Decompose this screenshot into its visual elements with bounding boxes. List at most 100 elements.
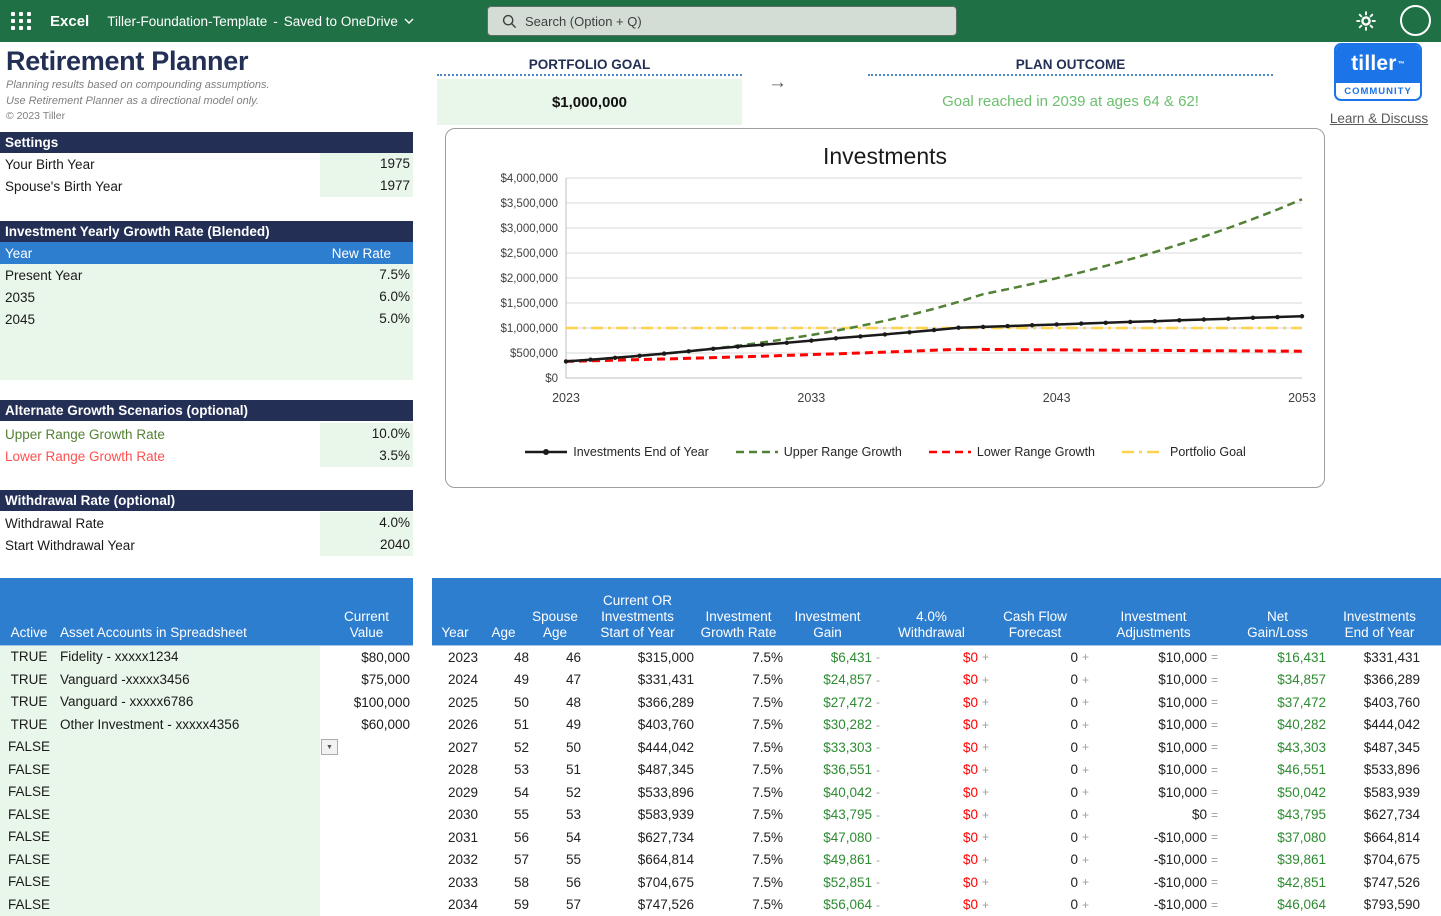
projection-cell[interactable]: $0 [885, 762, 978, 777]
projection-cell[interactable]: $40,042 [783, 785, 872, 800]
projection-cell[interactable]: $747,526 [581, 897, 694, 912]
projection-cell[interactable]: $46,551 [1229, 762, 1326, 777]
projection-cell[interactable]: 57 [478, 852, 529, 867]
projection-cell[interactable]: 2032 [432, 852, 478, 867]
projection-cell[interactable]: 7.5% [694, 762, 783, 777]
projection-cell[interactable]: 7.5% [694, 717, 783, 732]
projection-cell[interactable]: 54 [478, 785, 529, 800]
projection-cell[interactable]: 0 [992, 830, 1078, 845]
projection-cell[interactable]: $444,042 [1326, 717, 1433, 732]
row-value-cell[interactable]: 6.0% [320, 286, 413, 308]
learn-discuss-link[interactable]: Learn & Discuss [1323, 111, 1435, 126]
projection-cell[interactable]: $583,939 [581, 807, 694, 822]
projection-cell[interactable]: 48 [478, 650, 529, 665]
projection-cell[interactable]: $39,861 [1229, 852, 1326, 867]
projection-cell[interactable]: 7.5% [694, 650, 783, 665]
asset-active-cell[interactable]: FALSE [0, 759, 58, 782]
asset-active-cell[interactable]: FALSE [0, 849, 58, 872]
projection-cell[interactable]: 7.5% [694, 672, 783, 687]
projection-cell[interactable]: 7.5% [694, 695, 783, 710]
settings-gear-icon[interactable] [1355, 10, 1379, 34]
asset-active-cell[interactable]: FALSE [0, 871, 58, 894]
projection-cell[interactable]: $37,080 [1229, 830, 1326, 845]
projection-cell[interactable]: 2029 [432, 785, 478, 800]
projection-cell[interactable]: 2027 [432, 740, 478, 755]
projection-cell[interactable]: $24,857 [783, 672, 872, 687]
projection-cell[interactable]: $10,000 [1100, 717, 1207, 732]
projection-cell[interactable]: 7.5% [694, 830, 783, 845]
projection-cell[interactable]: 7.5% [694, 897, 783, 912]
row-value-cell[interactable]: 3.5% [320, 445, 413, 467]
projection-cell[interactable]: $34,857 [1229, 672, 1326, 687]
projection-cell[interactable]: 47 [529, 672, 581, 687]
projection-cell[interactable]: 0 [992, 875, 1078, 890]
projection-cell[interactable]: 7.5% [694, 875, 783, 890]
projection-cell[interactable]: $0 [885, 852, 978, 867]
projection-cell[interactable]: $10,000 [1100, 762, 1207, 777]
projection-cell[interactable]: 56 [529, 875, 581, 890]
row-value-cell[interactable]: 1975 [320, 153, 413, 175]
projection-cell[interactable]: 7.5% [694, 785, 783, 800]
projection-cell[interactable]: 0 [992, 695, 1078, 710]
asset-name-cell[interactable]: Vanguard - xxxxx6786 [58, 691, 320, 714]
asset-active-cell[interactable]: FALSE [0, 804, 58, 827]
projection-cell[interactable]: 53 [529, 807, 581, 822]
asset-active-cell[interactable]: TRUE [0, 646, 58, 669]
portfolio-goal-value-cell[interactable]: $1,000,000 [437, 79, 742, 125]
projection-cell[interactable]: $0 [885, 875, 978, 890]
projection-cell[interactable]: $10,000 [1100, 785, 1207, 800]
projection-cell[interactable]: -$10,000 [1100, 875, 1207, 890]
asset-name-cell[interactable]: Vanguard -xxxxx3456 [58, 669, 320, 692]
asset-active-cell[interactable]: FALSE [0, 781, 58, 804]
projection-cell[interactable]: -$10,000 [1100, 830, 1207, 845]
projection-cell[interactable]: 0 [992, 897, 1078, 912]
projection-cell[interactable]: $0 [885, 717, 978, 732]
asset-value-cell[interactable]: $75,000 [320, 672, 413, 687]
projection-cell[interactable]: $10,000 [1100, 672, 1207, 687]
projection-cell[interactable]: $533,896 [1326, 762, 1433, 777]
projection-cell[interactable]: 7.5% [694, 740, 783, 755]
app-name[interactable]: Excel [50, 13, 89, 30]
asset-active-cell[interactable]: TRUE [0, 691, 58, 714]
projection-cell[interactable]: $487,345 [1326, 740, 1433, 755]
asset-value-cell[interactable]: $60,000 [320, 717, 413, 732]
projection-cell[interactable]: 2023 [432, 650, 478, 665]
projection-cell[interactable]: $10,000 [1100, 740, 1207, 755]
projection-cell[interactable]: $403,760 [581, 717, 694, 732]
row-value-cell[interactable]: 5.0% [320, 308, 413, 330]
projection-cell[interactable]: $43,303 [1229, 740, 1326, 755]
projection-cell[interactable]: $793,590 [1326, 897, 1433, 912]
projection-cell[interactable]: $43,795 [1229, 807, 1326, 822]
row-value-cell[interactable]: 7.5% [320, 264, 413, 286]
projection-cell[interactable]: 56 [478, 830, 529, 845]
projection-cell[interactable]: 0 [992, 785, 1078, 800]
projection-cell[interactable]: 2025 [432, 695, 478, 710]
projection-cell[interactable]: $533,896 [581, 785, 694, 800]
projection-cell[interactable]: $49,861 [783, 852, 872, 867]
asset-name-cell[interactable] [58, 849, 320, 872]
projection-cell[interactable]: 49 [529, 717, 581, 732]
projection-cell[interactable]: 55 [529, 852, 581, 867]
asset-active-cell[interactable]: FALSE [0, 736, 58, 759]
projection-cell[interactable]: $56,064 [783, 897, 872, 912]
projection-cell[interactable]: 51 [529, 762, 581, 777]
asset-dropdown-button[interactable]: ▼ [321, 739, 338, 755]
projection-cell[interactable]: $315,000 [581, 650, 694, 665]
projection-cell[interactable]: 50 [478, 695, 529, 710]
projection-cell[interactable]: 53 [478, 762, 529, 777]
projection-cell[interactable]: $47,080 [783, 830, 872, 845]
projection-cell[interactable]: $0 [1100, 807, 1207, 822]
projection-cell[interactable]: 2024 [432, 672, 478, 687]
projection-cell[interactable]: $40,282 [1229, 717, 1326, 732]
projection-cell[interactable]: $42,851 [1229, 875, 1326, 890]
projection-cell[interactable]: $331,431 [1326, 650, 1433, 665]
projection-cell[interactable]: 7.5% [694, 852, 783, 867]
projection-cell[interactable]: 2031 [432, 830, 478, 845]
asset-name-cell[interactable] [58, 781, 320, 804]
projection-cell[interactable]: $0 [885, 785, 978, 800]
projection-cell[interactable]: $747,526 [1326, 875, 1433, 890]
projection-cell[interactable]: $36,551 [783, 762, 872, 777]
projection-cell[interactable]: $0 [885, 695, 978, 710]
projection-cell[interactable]: $664,814 [581, 852, 694, 867]
asset-active-cell[interactable]: FALSE [0, 826, 58, 849]
